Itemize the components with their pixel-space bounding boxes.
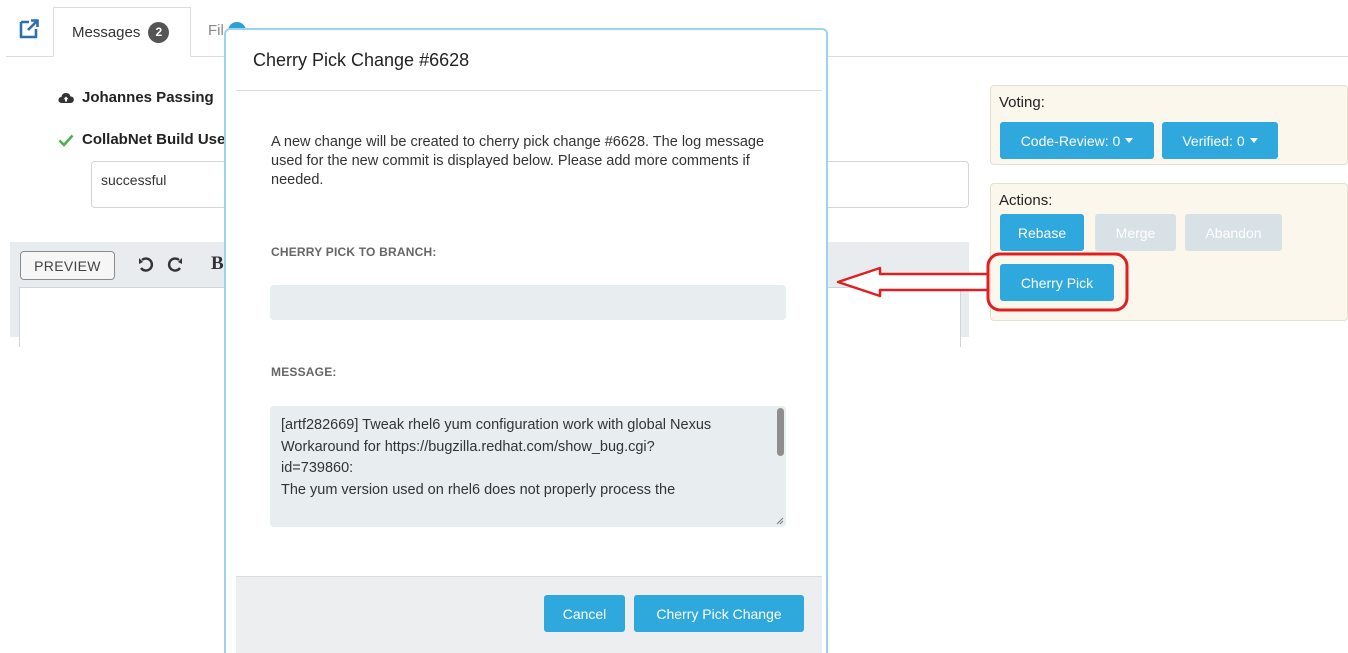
comment-text: successful — [101, 172, 167, 188]
comment-author-row: Johannes Passing — [58, 89, 214, 106]
tab-messages[interactable]: Messages 2 — [53, 7, 191, 57]
resize-handle-icon[interactable] — [776, 517, 784, 525]
code-review-button[interactable]: Code-Review: 0 — [1000, 122, 1154, 159]
cancel-button[interactable]: Cancel — [544, 595, 625, 632]
preview-button[interactable]: PREVIEW — [20, 251, 115, 280]
comment-author: Johannes Passing — [82, 89, 214, 106]
dialog-title: Cherry Pick Change #6628 — [253, 50, 470, 70]
voting-title: Voting: — [999, 94, 1045, 111]
actions-title: Actions: — [999, 192, 1053, 209]
merge-button[interactable]: Merge — [1095, 214, 1176, 251]
verified-label: Verified: 0 — [1182, 132, 1245, 149]
code-review-label: Code-Review: 0 — [1020, 132, 1121, 149]
external-link-icon[interactable] — [18, 18, 40, 40]
message-line: The yum version used on rhel6 does not p… — [281, 481, 676, 498]
tab-files-label: Fil — [208, 22, 224, 39]
message-scrollbar[interactable] — [777, 408, 784, 456]
comment-author-row: CollabNet Build Use — [58, 131, 225, 148]
dialog-divider — [236, 90, 822, 91]
rebase-button[interactable]: Rebase — [1000, 214, 1084, 251]
messages-count-badge: 2 — [148, 21, 170, 43]
comment-author: CollabNet Build Use — [82, 131, 226, 148]
cherry-pick-change-button[interactable]: Cherry Pick Change — [634, 595, 804, 632]
actions-panel: Actions: Rebase Merge Abandon Cherry Pic… — [990, 183, 1348, 321]
branch-label: CHERRY PICK TO BRANCH: — [271, 245, 437, 259]
dialog-footer: Cancel Cherry Pick Change — [236, 576, 822, 653]
caret-down-icon — [1249, 138, 1258, 143]
verified-button[interactable]: Verified: 0 — [1162, 122, 1278, 159]
message-label: MESSAGE: — [271, 365, 337, 379]
check-icon — [58, 134, 74, 147]
voting-panel: Voting: Code-Review: 0 Verified: 0 — [990, 85, 1348, 165]
message-line: Workaround for https://bugzilla.redhat.c… — [281, 438, 655, 455]
cloud-upload-icon — [58, 92, 74, 103]
undo-icon[interactable] — [137, 256, 155, 274]
message-line: id=739860: — [281, 460, 354, 476]
message-textarea[interactable]: [artf282669] Tweak rhel6 yum configurati… — [270, 406, 786, 527]
caret-down-icon — [1125, 138, 1134, 143]
dialog-description: A new change will be created to cherry p… — [271, 134, 765, 188]
cherry-pick-button[interactable]: Cherry Pick — [1000, 264, 1114, 301]
tab-messages-label: Messages — [72, 23, 141, 41]
bold-button[interactable]: B — [211, 253, 224, 275]
message-line: [artf282669] Tweak rhel6 yum configurati… — [281, 417, 712, 433]
branch-input[interactable] — [270, 285, 786, 320]
redo-icon[interactable] — [166, 256, 184, 274]
abandon-button[interactable]: Abandon — [1185, 214, 1282, 251]
cherry-pick-dialog: Cherry Pick Change #6628 A new change wi… — [224, 28, 828, 653]
